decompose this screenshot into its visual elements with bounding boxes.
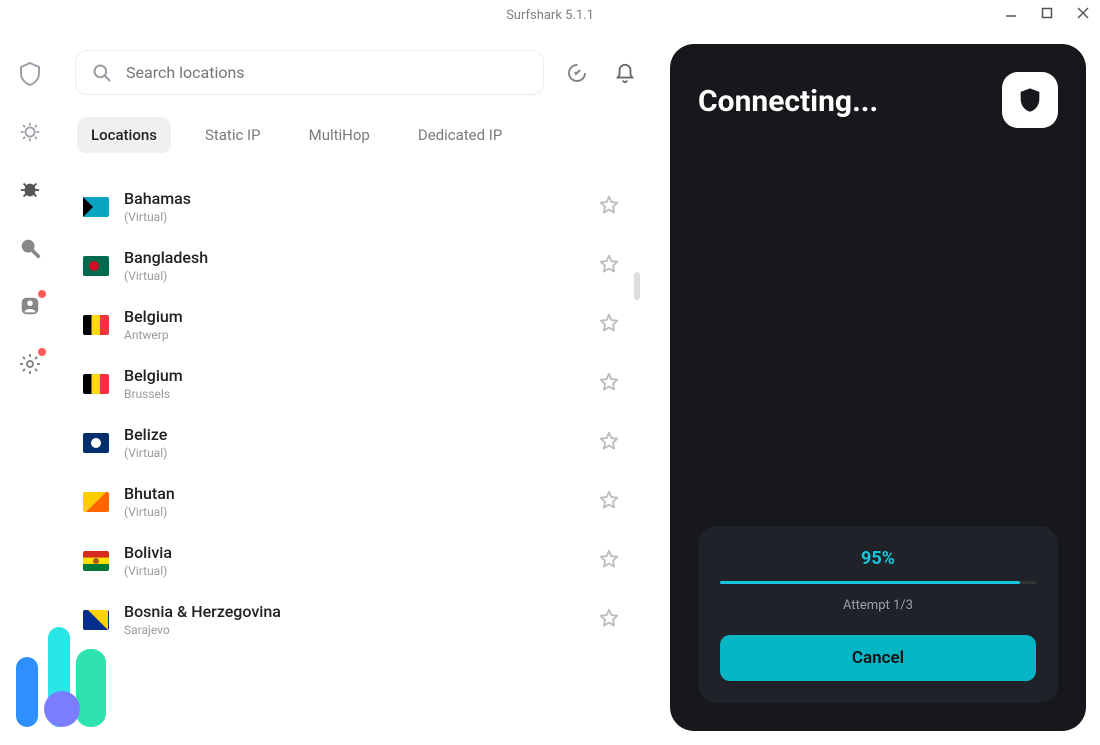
favorite-star-icon[interactable] [598,607,620,633]
location-sub: (Virtual) [124,446,598,460]
quick-connect-icon[interactable] [562,58,592,88]
location-sub: (Virtual) [124,210,598,224]
favorite-star-icon[interactable] [598,430,620,456]
nav-alert-icon[interactable] [16,118,44,146]
app-badge [1002,72,1058,128]
location-sub: (Virtual) [124,564,598,578]
location-name: Bhutan [124,484,598,503]
location-row[interactable]: Bhutan (Virtual) [75,472,630,531]
favorite-star-icon[interactable] [598,548,620,574]
location-text: Belgium Brussels [124,366,598,401]
favorite-star-icon[interactable] [598,489,620,515]
favorite-star-icon[interactable] [598,194,620,220]
location-name: Bosnia & Herzegovina [124,602,598,621]
nav-account-icon[interactable] [16,292,44,320]
location-name: Bahamas [124,189,598,208]
nav-search-icon[interactable] [16,234,44,262]
progress-fill [720,581,1020,584]
tabs: Locations Static IP MultiHop Dedicated I… [77,117,640,153]
progress-bar [720,581,1036,584]
attempt-text: Attempt 1/3 [720,598,1036,613]
location-row[interactable]: Bolivia (Virtual) [75,531,630,590]
location-row[interactable]: Bosnia & Herzegovina Sarajevo [75,590,630,649]
flag-icon [83,315,109,335]
location-text: Belgium Antwerp [124,307,598,342]
tab-multihop[interactable]: MultiHop [295,117,384,153]
location-sub: Sarajevo [124,623,598,637]
locations-pane: Locations Static IP MultiHop Dedicated I… [60,30,660,745]
location-sub: Antwerp [124,328,598,342]
location-text: Bhutan (Virtual) [124,484,598,519]
cancel-button[interactable]: Cancel [720,635,1036,681]
nav-settings-icon[interactable] [16,350,44,378]
minimize-button[interactable] [1002,4,1020,22]
titlebar: Surfshark 5.1.1 [0,0,1100,30]
location-sub: (Virtual) [124,505,598,519]
location-name: Bolivia [124,543,598,562]
flag-icon [83,610,109,630]
tab-dedicated-ip[interactable]: Dedicated IP [404,117,517,153]
flag-icon [83,197,109,217]
favorite-star-icon[interactable] [598,253,620,279]
flag-icon [83,551,109,571]
location-text: Bosnia & Herzegovina Sarajevo [124,602,598,637]
flag-icon [83,374,109,394]
progress-box: 95% Attempt 1/3 Cancel [698,526,1058,703]
favorite-star-icon[interactable] [598,312,620,338]
locations-list[interactable]: Bahamas (Virtual) Bangladesh (Virtual) Belgi… [75,177,640,745]
close-button[interactable] [1074,4,1092,22]
window-title: Surfshark 5.1.1 [506,8,594,23]
progress-percent: 95% [720,548,1036,569]
status-panel: Connecting... 95% Attempt 1/3 Cancel [660,30,1100,745]
location-name: Belize [124,425,598,444]
nav-antivirus-icon[interactable] [16,176,44,204]
search-input[interactable] [126,63,527,82]
location-row[interactable]: Bahamas (Virtual) [75,177,630,236]
flag-icon [83,433,109,453]
flag-icon [83,492,109,512]
location-sub: (Virtual) [124,269,598,283]
search-icon [92,63,112,83]
search-box[interactable] [75,50,544,95]
maximize-button[interactable] [1038,4,1056,22]
location-text: Bolivia (Virtual) [124,543,598,578]
location-row[interactable]: Bangladesh (Virtual) [75,236,630,295]
scrollbar-thumb[interactable] [634,272,640,300]
location-text: Belize (Virtual) [124,425,598,460]
location-row[interactable]: Belgium Brussels [75,354,630,413]
location-row[interactable]: Belize (Virtual) [75,413,630,472]
flag-icon [83,256,109,276]
status-card: Connecting... 95% Attempt 1/3 Cancel [670,44,1086,731]
window-controls [1002,4,1092,22]
favorite-star-icon[interactable] [598,371,620,397]
nav-vpn-icon[interactable] [16,60,44,88]
location-text: Bangladesh (Virtual) [124,248,598,283]
location-row[interactable]: Belgium Antwerp [75,295,630,354]
sidebar [0,30,60,745]
tab-static-ip[interactable]: Static IP [191,117,275,153]
location-sub: Brussels [124,387,598,401]
location-name: Belgium [124,307,598,326]
location-text: Bahamas (Virtual) [124,189,598,224]
notifications-icon[interactable] [610,58,640,88]
tab-locations[interactable]: Locations [77,117,171,153]
location-name: Bangladesh [124,248,598,267]
location-name: Belgium [124,366,598,385]
